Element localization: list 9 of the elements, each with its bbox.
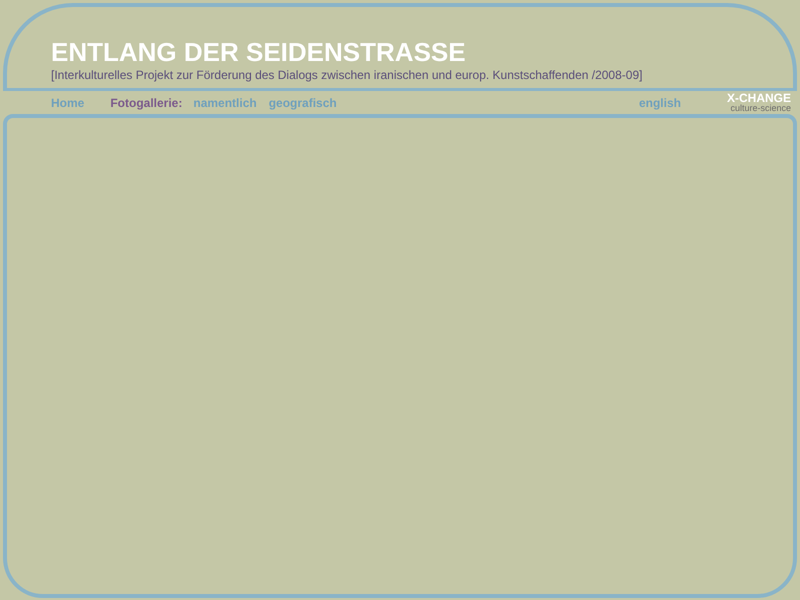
nav-label: Fotogallerie: xyxy=(110,96,182,110)
language-link[interactable]: english xyxy=(638,96,681,110)
nav-link[interactable]: Home xyxy=(51,96,84,110)
logo-name: X-CHANGE xyxy=(726,92,791,104)
logo-tagline: culture-science xyxy=(730,104,791,113)
nav-link[interactable]: geografisch xyxy=(268,96,337,110)
site-title: ENTLANG DER SEIDENSTRASSE xyxy=(51,37,467,67)
nav-link[interactable]: namentlich xyxy=(193,96,257,110)
site-subtitle: [Interkulturelles Projekt zur Förderung des Dialogs zwischen iranischen und europ. Kunstschaffenden /2008-09] xyxy=(51,68,644,82)
